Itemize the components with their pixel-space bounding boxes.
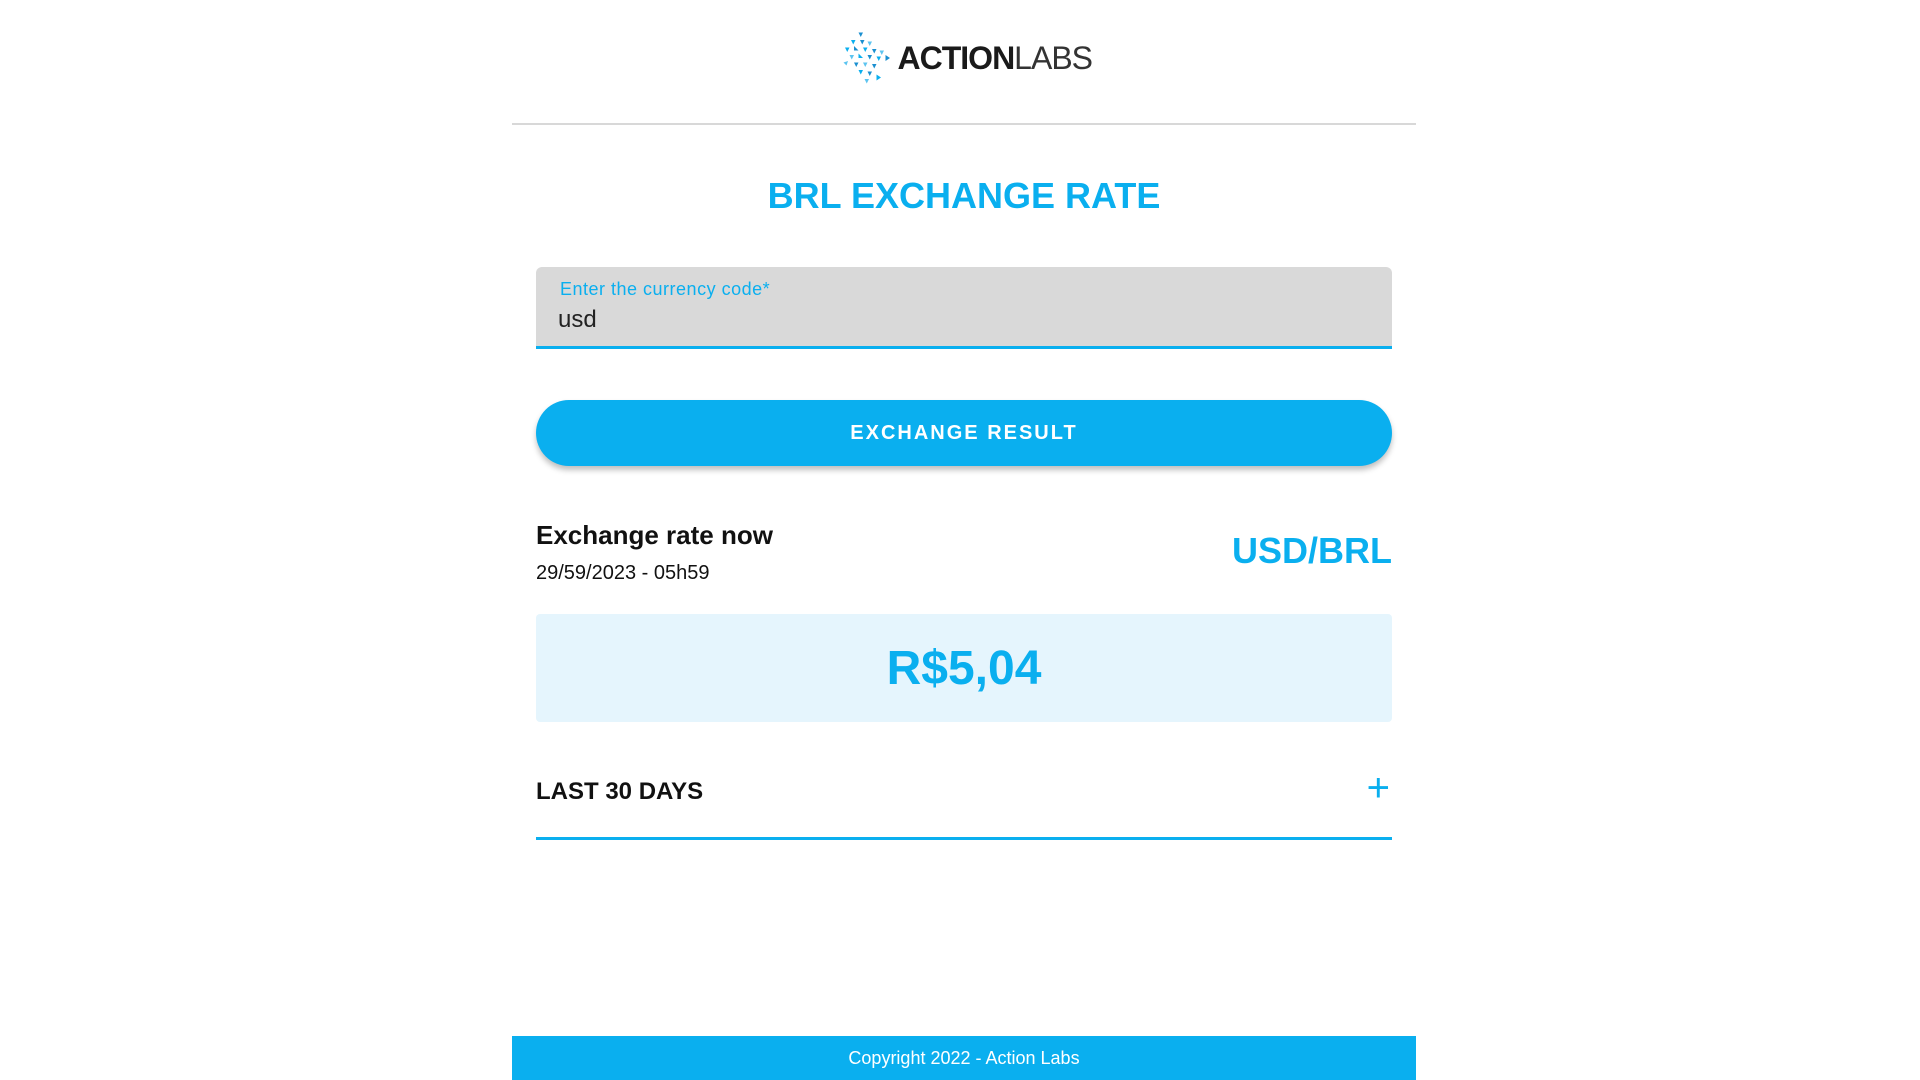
app-page: ACTIONLABS BRL EXCHANGE RATE Enter the c… — [512, 0, 1416, 1080]
page-title: BRL EXCHANGE RATE — [767, 175, 1161, 216]
footer-copyright: Copyright 2022 - Action Labs — [848, 1047, 1080, 1068]
header: ACTIONLABS — [512, 0, 1416, 125]
plus-icon[interactable]: + — [1367, 768, 1390, 808]
action-labs-logo: ACTIONLABS — [842, 22, 1093, 94]
rate-value-box: R$5,04 — [536, 614, 1392, 722]
exchange-result-button[interactable]: EXCHANGE RESULT — [536, 400, 1392, 466]
currency-pair: USD/BRL — [1232, 530, 1392, 571]
accordion-label: LAST 30 DAYS — [536, 778, 704, 805]
logo-text-thin: LABS — [1014, 39, 1093, 76]
currency-code-input[interactable] — [558, 303, 1358, 337]
logo-text: ACTIONLABS — [897, 39, 1093, 77]
exchange-rate-heading: Exchange rate now — [536, 520, 773, 550]
triangle-cluster-logo-icon — [843, 32, 891, 84]
logo-text-bold: ACTION — [897, 39, 1016, 76]
currency-code-field[interactable]: Enter the currency code* — [536, 267, 1392, 349]
last-30-days-accordion[interactable]: LAST 30 DAYS + — [536, 756, 1392, 840]
currency-code-label: Enter the currency code* — [560, 279, 771, 299]
footer: Copyright 2022 - Action Labs — [512, 1036, 1416, 1080]
rate-value: R$5,04 — [886, 641, 1042, 695]
exchange-rate-date: 29/59/2023 - 05h59 — [536, 562, 710, 584]
